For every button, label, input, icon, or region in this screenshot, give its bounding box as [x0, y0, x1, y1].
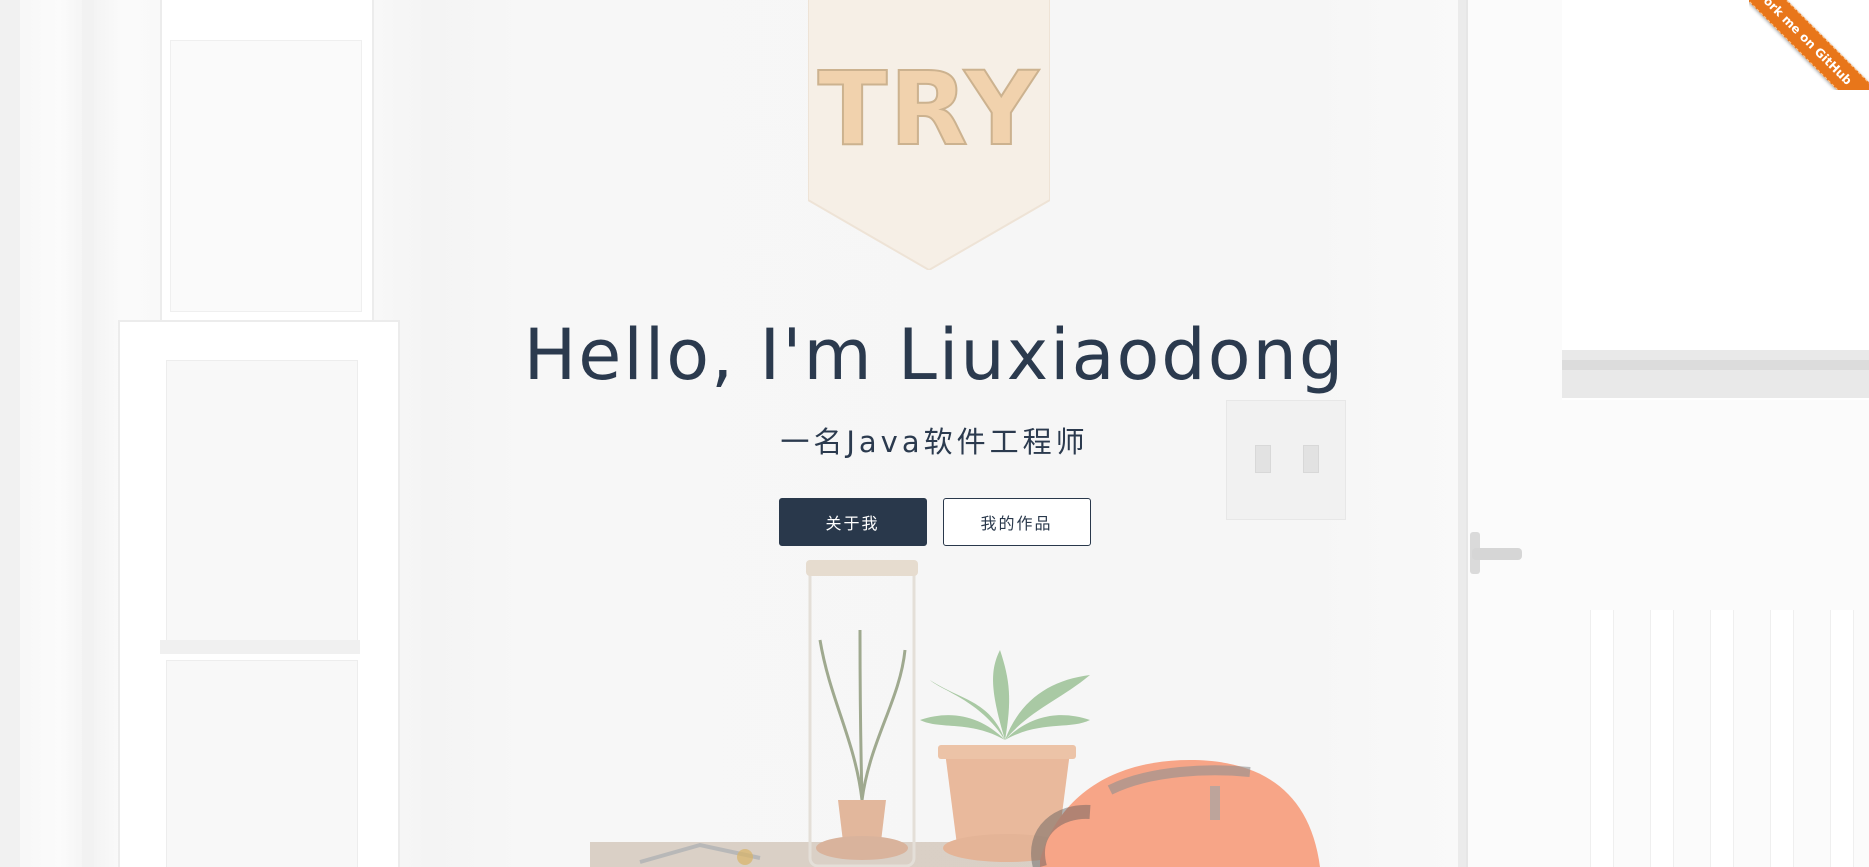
hero-button-row: 关于我 我的作品: [0, 498, 1869, 546]
about-me-button[interactable]: 关于我: [778, 498, 927, 546]
hero-subtitle: 一名Java软件工程师: [780, 425, 1089, 459]
my-works-button[interactable]: 我的作品: [942, 498, 1091, 546]
hero-background: TRY Hello, I'm Liuxiaodong 一名Java软件工程师 关…: [0, 0, 1869, 867]
hero-content: Hello, I'm Liuxiaodong 一名Java软件工程师 关于我 我…: [0, 310, 1869, 546]
hero-title: Hello, I'm Liuxiaodong: [523, 314, 1346, 396]
fork-me-on-github-ribbon[interactable]: Fork me on GitHub: [1749, 0, 1869, 90]
github-ribbon-wrapper: Fork me on GitHub: [1749, 0, 1869, 90]
